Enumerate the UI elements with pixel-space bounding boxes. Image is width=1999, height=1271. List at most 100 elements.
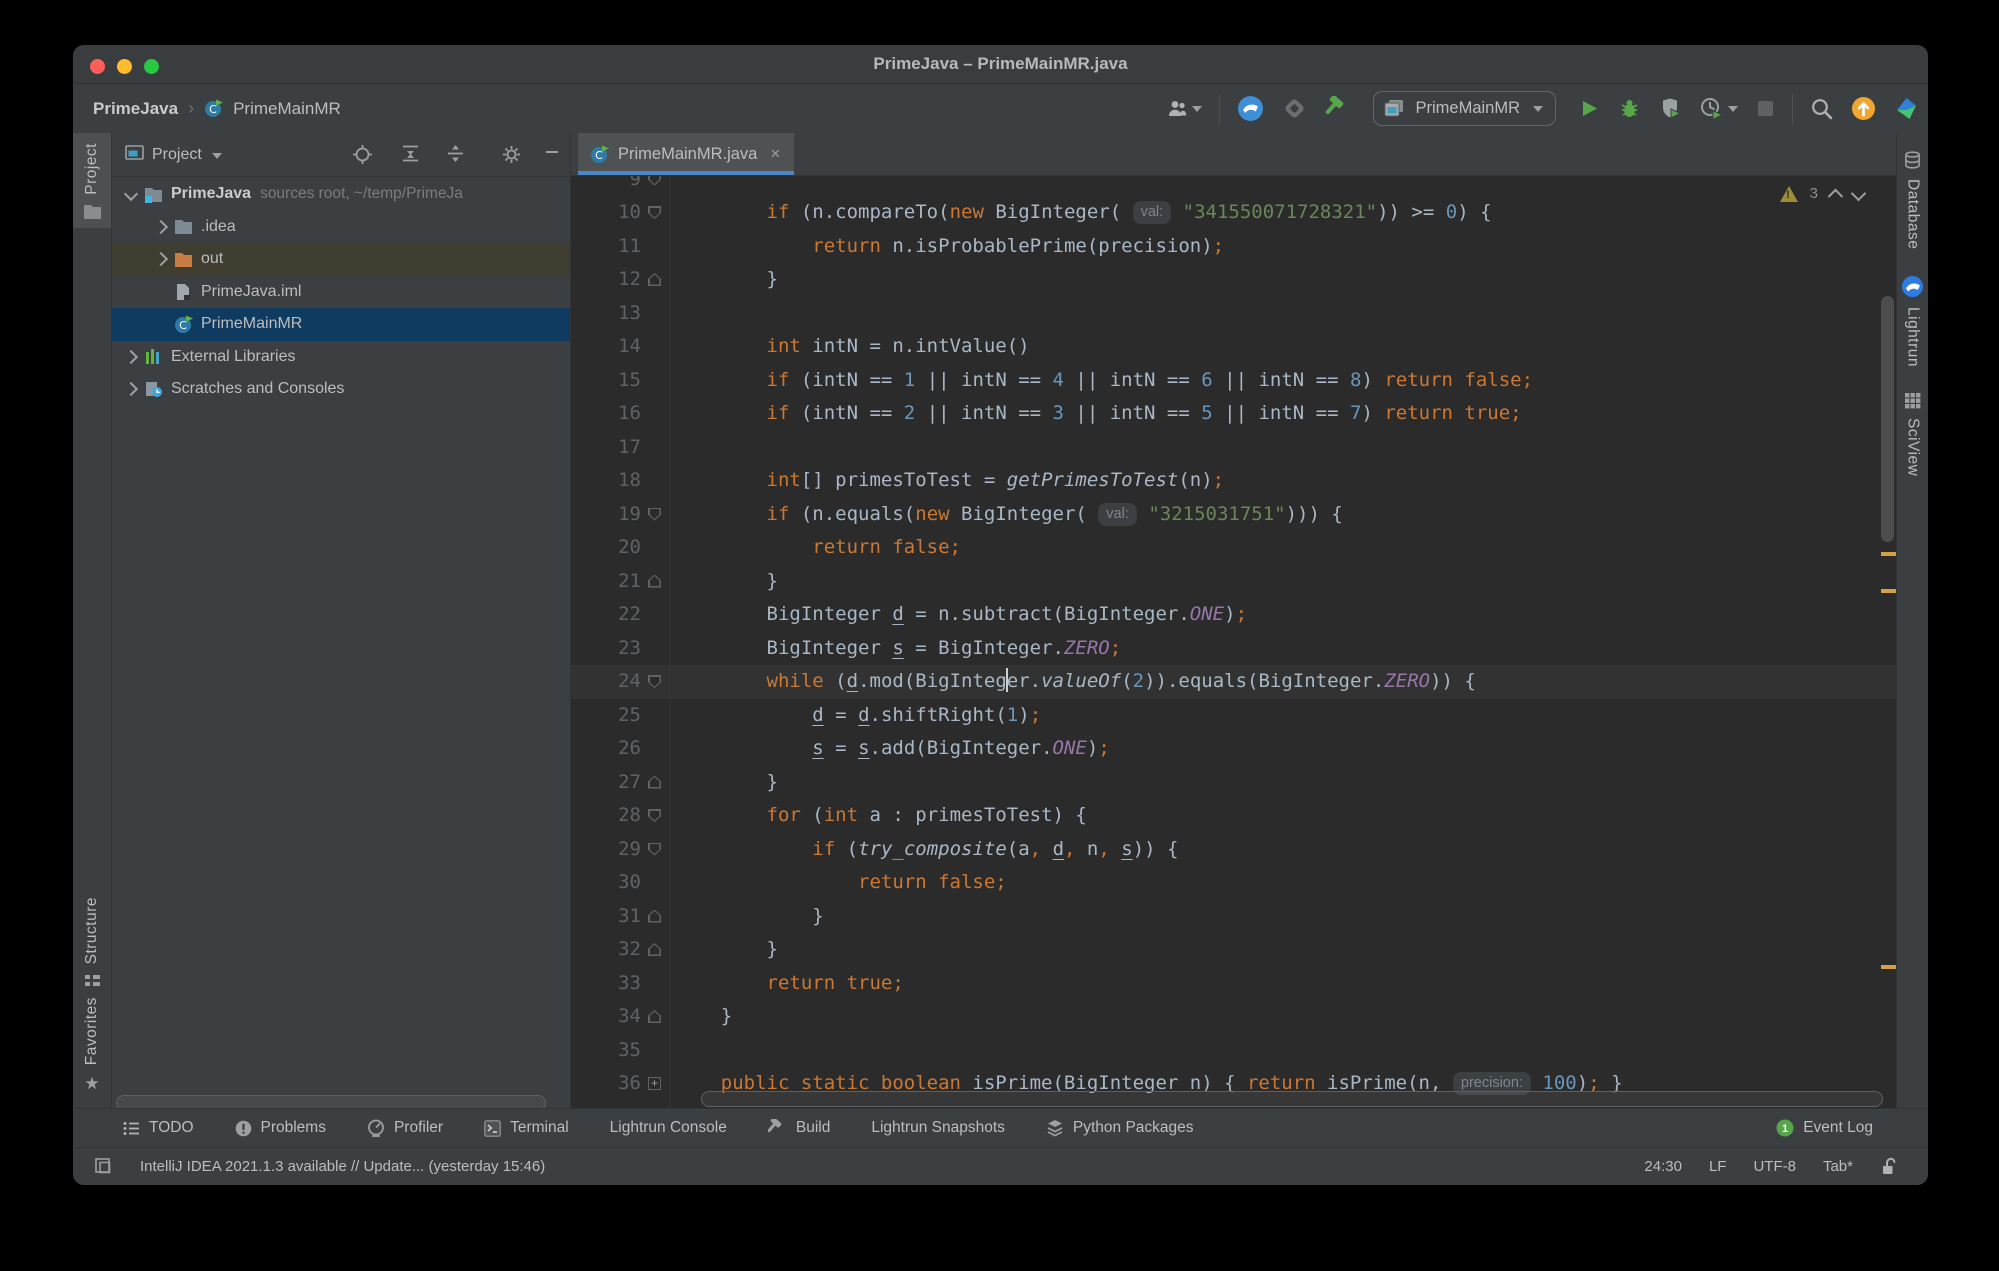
project-horizontal-scrollbar[interactable] [116,1095,546,1108]
gear-icon[interactable] [501,144,522,165]
code-line-16[interactable]: 16 if (intN == 2 || intN == 3 || intN ==… [571,397,1896,431]
line-number[interactable]: 36 [571,1067,641,1101]
code-line-32[interactable]: 32 } [571,933,1896,967]
fold-close-icon[interactable] [648,575,661,588]
fold-open-icon[interactable] [648,206,661,219]
search-everywhere-button[interactable] [1810,97,1833,120]
lightrun-run-button[interactable] [1659,97,1682,120]
code-line-25[interactable]: 25 d = d.shiftRight(1); [571,699,1896,733]
debug-button[interactable] [1618,98,1641,119]
tool-window-tab-database[interactable]: Database [1904,151,1922,249]
code-line-11[interactable]: 11 return n.isProbablePrime(precision); [571,230,1896,264]
line-number[interactable]: 25 [571,699,641,733]
fold-close-icon[interactable] [648,1010,661,1023]
code-line-14[interactable]: 14 int intN = n.intValue() [571,330,1896,364]
line-number[interactable]: 24 [571,665,641,699]
file-encoding[interactable]: UTF-8 [1753,1158,1796,1175]
line-number[interactable]: 12 [571,263,641,297]
code-line-13[interactable]: 13 [571,297,1896,331]
editor-tab[interactable]: C PrimeMainMR.java × [578,133,794,175]
tree-item-external-libraries[interactable]: External Libraries [112,341,570,374]
project-view-selector[interactable]: Project [152,133,222,176]
tree-item-scratches-and-consoles[interactable]: Scratches and Consoles [112,373,570,406]
select-opened-file-button[interactable] [352,144,373,165]
line-number[interactable]: 13 [571,297,641,331]
tree-item-primejava[interactable]: PrimeJavasources root, ~/temp/PrimeJa [112,178,570,211]
line-ending[interactable]: LF [1709,1158,1727,1175]
code-line-18[interactable]: 18 int[] primesToTest = getPrimesToTest(… [571,464,1896,498]
line-number[interactable]: 18 [571,464,641,498]
tree-item--idea[interactable]: .idea [112,211,570,244]
fold-close-icon[interactable] [648,943,661,956]
tool-window-tab-favorites[interactable]: Favorites [83,997,101,1065]
tool-window-tab-structure[interactable]: Structure [83,897,101,964]
previous-problem-button[interactable] [1828,189,1844,205]
hide-panel-button[interactable] [544,144,560,160]
line-number[interactable]: 32 [571,933,641,967]
editor-horizontal-scrollbar[interactable] [701,1091,1883,1107]
line-number[interactable]: 16 [571,397,641,431]
line-number[interactable]: 14 [571,330,641,364]
tool-window-tab-event-log[interactable]: 1 Event Log [1776,1119,1873,1137]
tool-window-tab-terminal[interactable]: Terminal [484,1119,569,1137]
close-tab-icon[interactable]: × [770,144,780,164]
breadcrumb-project[interactable]: PrimeJava [93,99,178,119]
line-number[interactable]: 31 [571,900,641,934]
code-line-33[interactable]: 33 return true; [571,967,1896,1001]
run-button[interactable] [1579,98,1600,119]
tool-window-tab-profiler[interactable]: Profiler [367,1119,443,1137]
code-line-35[interactable]: 35 [571,1034,1896,1068]
code-line-29[interactable]: 29 if (try_composite(a, d, n, s)) { [571,833,1896,867]
build-hammer-button[interactable] [1325,96,1350,121]
code-line-15[interactable]: 15 if (intN == 1 || intN == 4 || intN ==… [571,364,1896,398]
tool-window-tab-lightrun-snapshots[interactable]: Lightrun Snapshots [871,1119,1005,1137]
code-line-21[interactable]: 21 } [571,565,1896,599]
code-area[interactable]: 910 if (n.compareTo(new BigInteger( val:… [571,163,1896,1101]
fold-open-icon[interactable] [648,843,661,856]
line-number[interactable]: 26 [571,732,641,766]
fold-plus-icon[interactable] [648,1077,661,1090]
line-number[interactable]: 23 [571,632,641,666]
line-number[interactable]: 29 [571,833,641,867]
vcs-update-button[interactable] [1282,96,1307,121]
next-problem-button[interactable] [1851,186,1867,202]
code-line-12[interactable]: 12 } [571,263,1896,297]
line-number[interactable]: 21 [571,565,641,599]
line-number[interactable]: 11 [571,230,641,264]
code-with-me-button[interactable] [1237,95,1264,122]
inspections-widget[interactable]: 3 [1780,185,1864,202]
line-number[interactable]: 22 [571,598,641,632]
breadcrumb-target[interactable]: PrimeMainMR [233,99,341,119]
fold-open-icon[interactable] [648,809,661,822]
line-number[interactable]: 34 [571,1000,641,1034]
code-line-34[interactable]: 34 } [571,1000,1896,1034]
tool-window-tab-problems[interactable]: Problems [235,1119,326,1137]
line-number[interactable]: 20 [571,531,641,565]
indent-style[interactable]: Tab* [1823,1158,1853,1175]
line-number[interactable]: 15 [571,364,641,398]
tool-window-tab-python-packages[interactable]: Python Packages [1046,1119,1194,1137]
fold-open-icon[interactable] [648,508,661,521]
code-line-10[interactable]: 10 if (n.compareTo(new BigInteger( val: … [571,196,1896,230]
expand-all-button[interactable] [401,144,420,163]
tool-window-tab-todo[interactable]: TODO [123,1119,194,1137]
warning-stripe-mark[interactable] [1881,552,1896,556]
tool-window-switcher-icon[interactable] [95,1158,114,1175]
fold-open-icon[interactable] [648,675,661,688]
status-message[interactable]: IntelliJ IDEA 2021.1.3 available // Upda… [140,1158,545,1175]
code-line-17[interactable]: 17 [571,431,1896,465]
run-configuration-combo[interactable]: PrimeMainMR [1373,91,1556,126]
tree-item-primemainmr[interactable]: CPrimeMainMR [112,308,570,341]
code-line-20[interactable]: 20 return false; [571,531,1896,565]
fold-close-icon[interactable] [648,910,661,923]
code-line-31[interactable]: 31 } [571,900,1896,934]
line-number[interactable]: 33 [571,967,641,1001]
line-number[interactable]: 17 [571,431,641,465]
warning-stripe-mark[interactable] [1881,965,1896,969]
code-line-19[interactable]: 19 if (n.equals(new BigInteger( val: "32… [571,498,1896,532]
tree-item-primejava-iml[interactable]: PrimeJava.iml [112,276,570,309]
vcs-users-button[interactable] [1167,99,1202,118]
update-available-button[interactable] [1851,96,1876,121]
tree-item-out[interactable]: out [112,243,570,276]
code-line-26[interactable]: 26 s = s.add(BigInteger.ONE); [571,732,1896,766]
